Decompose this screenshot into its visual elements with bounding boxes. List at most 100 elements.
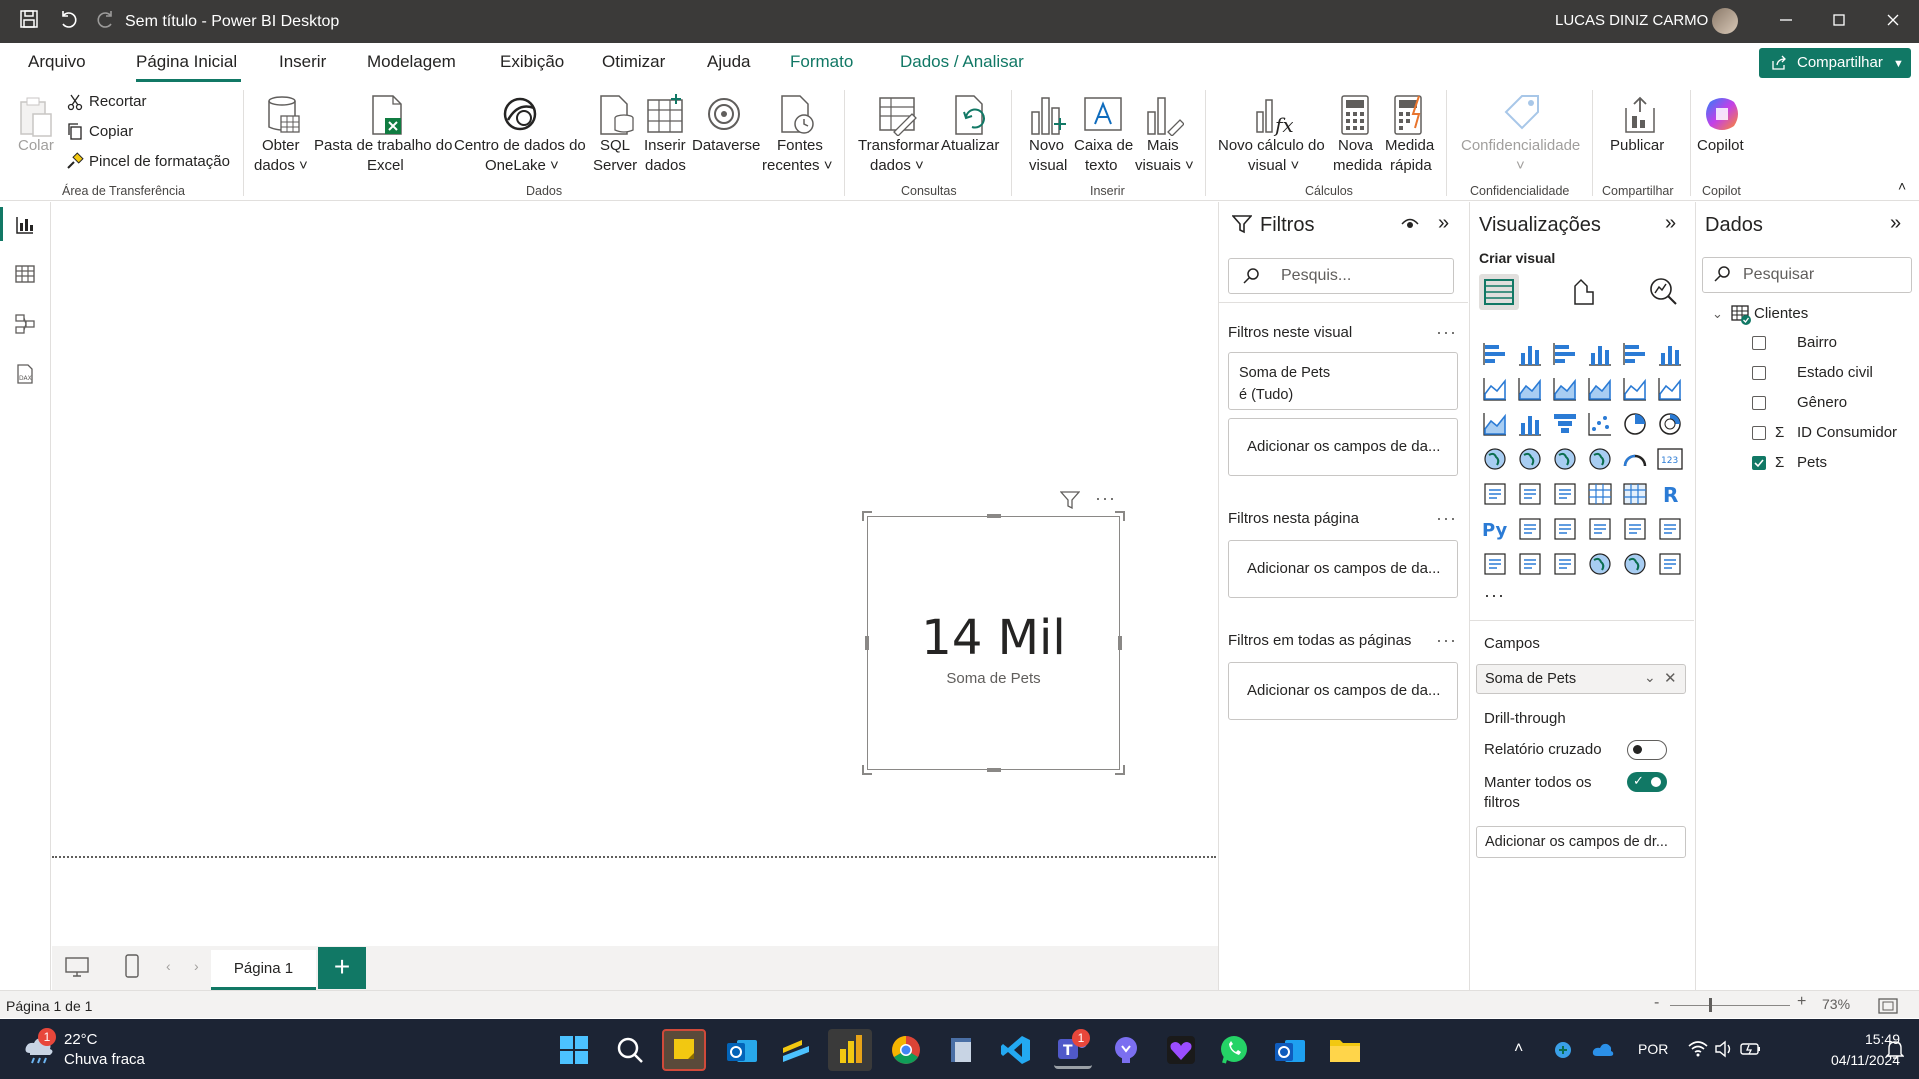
field-checkbox[interactable] <box>1752 456 1766 470</box>
area-chart-icon[interactable] <box>1517 376 1543 402</box>
notifications-bell-icon[interactable] <box>1885 1040 1905 1065</box>
collapse-data-icon[interactable]: » <box>1890 212 1901 235</box>
more-visuals-label-2[interactable]: visuais ˅ <box>1135 156 1194 176</box>
tab-modelagem[interactable]: Modelagem <box>367 52 456 72</box>
clustered-bar-chart-icon[interactable] <box>1552 341 1578 367</box>
100-stacked-column-chart-icon[interactable] <box>1657 341 1683 367</box>
quick-measure-label-1[interactable]: Medida <box>1385 136 1434 156</box>
onelake-label-1[interactable]: Centro de dados do <box>454 136 586 156</box>
chevron-down-icon[interactable]: ⌄ <box>1644 669 1656 686</box>
sticky-notes-icon[interactable] <box>662 1029 706 1071</box>
waterfall-chart-icon[interactable] <box>1517 411 1543 437</box>
vscode-icon[interactable] <box>1000 1034 1032 1066</box>
tray-app-icon[interactable] <box>1553 1040 1573 1065</box>
multi-row-card-icon[interactable] <box>1482 481 1508 507</box>
format-painter-button[interactable]: Pincel de formatação <box>89 152 230 172</box>
stacked-bar-chart-icon[interactable] <box>1482 341 1508 367</box>
weather-temperature[interactable]: 22°C <box>64 1031 98 1048</box>
map-icon[interactable] <box>1517 446 1543 472</box>
line-stacked-column-chart-icon[interactable] <box>1622 376 1648 402</box>
more-visuals-icon[interactable]: ··· <box>1484 585 1505 606</box>
table-icon[interactable] <box>1587 481 1613 507</box>
text-box-label-2[interactable]: texto <box>1085 156 1118 176</box>
new-measure-label-2[interactable]: medida <box>1333 156 1382 176</box>
desktop-layout-icon[interactable] <box>64 956 90 983</box>
share-button[interactable]: Compartilhar ▼ <box>1759 48 1911 78</box>
copilot-button[interactable]: Copilot <box>1697 136 1744 156</box>
transform-label-1[interactable]: Transformar <box>858 136 939 156</box>
refresh-button[interactable]: Atualizar <box>941 136 999 156</box>
publish-button[interactable]: Publicar <box>1610 136 1664 156</box>
field-name[interactable]: Gênero <box>1797 394 1847 411</box>
qa-visual-icon[interactable] <box>1587 516 1613 542</box>
copy-button[interactable]: Copiar <box>89 122 133 142</box>
filled-map-icon[interactable] <box>1552 446 1578 472</box>
azure-map-icon[interactable] <box>1587 446 1613 472</box>
filter-icon[interactable] <box>1059 491 1081 514</box>
pie-chart-icon[interactable] <box>1622 411 1648 437</box>
table-name[interactable]: Clientes <box>1754 305 1808 322</box>
collapse-ribbon-icon[interactable]: ˄ <box>1898 178 1906 194</box>
ribbon-chart-icon[interactable] <box>1482 411 1508 437</box>
outlook-icon[interactable] <box>725 1034 757 1066</box>
enter-data-label-2[interactable]: dados <box>645 156 686 176</box>
enter-data-label-1[interactable]: Inserir <box>644 136 686 156</box>
whatsapp-icon[interactable] <box>1218 1034 1250 1066</box>
kpi-icon[interactable] <box>1517 481 1543 507</box>
add-page-button[interactable]: + <box>318 947 366 989</box>
field-name[interactable]: ID Consumidor <box>1797 424 1897 441</box>
tips-icon[interactable] <box>1110 1034 1142 1066</box>
sql-label-2[interactable]: Server <box>593 156 637 176</box>
table-view-icon[interactable] <box>14 263 36 285</box>
paste-button[interactable]: Colar <box>18 136 54 156</box>
zoom-level[interactable]: 73% <box>1822 996 1850 1012</box>
recent-sources-label-2[interactable]: recentes ˅ <box>762 156 832 176</box>
format-visual-icon[interactable] <box>1567 276 1597 311</box>
report-view-icon[interactable] <box>14 214 36 236</box>
more-visuals-label-1[interactable]: Mais <box>1147 136 1179 156</box>
app-heart-icon[interactable] <box>1165 1034 1197 1066</box>
data-search-input[interactable]: Pesquisar <box>1702 257 1912 293</box>
tray-chevron-up-icon[interactable]: ˄ <box>1514 1040 1523 1058</box>
smart-narrative-icon[interactable] <box>1622 516 1648 542</box>
resize-handle[interactable] <box>987 514 1001 518</box>
model-view-icon[interactable] <box>14 313 36 335</box>
gauge-icon[interactable] <box>1622 446 1648 472</box>
shape-map-icon[interactable] <box>1622 551 1648 577</box>
filter-card[interactable]: Soma de Pets é (Tudo) <box>1228 352 1458 410</box>
field-checkbox[interactable] <box>1752 426 1766 440</box>
search-icon[interactable] <box>614 1034 646 1066</box>
scatter-chart-icon[interactable] <box>1587 411 1613 437</box>
cut-button[interactable]: Recortar <box>89 92 147 112</box>
text-box-label-1[interactable]: Caixa de <box>1074 136 1133 156</box>
more-options-icon[interactable]: ··· <box>1436 322 1457 343</box>
custom-visual-icon[interactable] <box>1657 551 1683 577</box>
volume-icon[interactable] <box>1714 1040 1734 1063</box>
battery-icon[interactable] <box>1740 1041 1762 1062</box>
fit-to-page-icon[interactable] <box>1878 998 1898 1019</box>
dax-query-view-icon[interactable]: DAX <box>14 363 36 385</box>
100-stacked-area-chart-icon[interactable] <box>1587 376 1613 402</box>
100-stacked-bar-chart-icon[interactable] <box>1622 341 1648 367</box>
field-name[interactable]: Estado civil <box>1797 364 1873 381</box>
tab-formato[interactable]: Formato <box>790 52 853 72</box>
wifi-icon[interactable] <box>1688 1040 1708 1063</box>
r-visual-icon[interactable]: R <box>1657 481 1683 507</box>
save-icon[interactable] <box>16 8 42 34</box>
onedrive-icon[interactable] <box>1592 1042 1614 1063</box>
minimize-icon[interactable] <box>1774 10 1798 34</box>
field-checkbox[interactable] <box>1752 366 1766 380</box>
more-options-icon[interactable]: ··· <box>1095 488 1116 509</box>
visual-calc-label-1[interactable]: Novo cálculo do <box>1218 136 1325 156</box>
clock-date[interactable]: 04/11/2024 <box>1800 1052 1900 1068</box>
funnel-chart-icon[interactable] <box>1552 411 1578 437</box>
field-checkbox[interactable] <box>1752 336 1766 350</box>
tab-otimizar[interactable]: Otimizar <box>602 52 665 72</box>
keep-filters-toggle[interactable]: ✓ <box>1627 772 1667 792</box>
resize-handle[interactable] <box>862 765 872 775</box>
build-visual-tab[interactable] <box>1479 274 1519 310</box>
resize-handle[interactable] <box>987 768 1001 772</box>
close-icon[interactable] <box>1881 10 1905 34</box>
add-fields-page-well[interactable]: Adicionar os campos de da... <box>1228 540 1458 598</box>
power-automate-icon[interactable] <box>1552 551 1578 577</box>
